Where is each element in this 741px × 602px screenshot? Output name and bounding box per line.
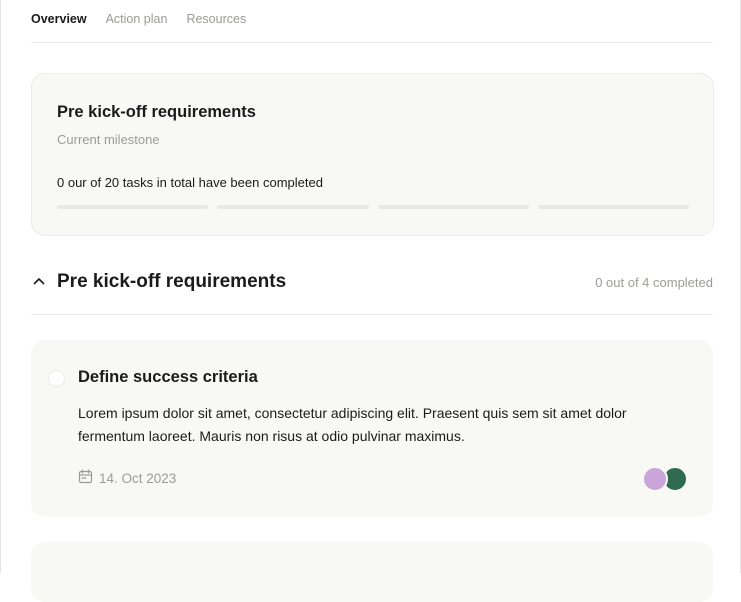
task-complete-checkbox[interactable] — [48, 370, 65, 387]
milestone-progress-summary: 0 our of 20 tasks in total have been com… — [57, 175, 323, 190]
task-due-date: 14. Oct 2023 — [78, 469, 176, 487]
task-title: Define success criteria — [78, 368, 258, 386]
tab-action-plan[interactable]: Action plan — [106, 12, 168, 26]
progress-segment — [57, 205, 209, 209]
task-card[interactable] — [31, 542, 713, 602]
avatar[interactable] — [642, 466, 668, 492]
task-card[interactable]: Define success criteria Lorem ipsum dolo… — [31, 340, 713, 517]
section-title: Pre kick-off requirements — [57, 271, 287, 292]
chevron-up-icon[interactable] — [31, 273, 47, 289]
progress-segment — [217, 205, 369, 209]
tab-bar: Overview Action plan Resources — [31, 0, 713, 43]
current-milestone-card: Pre kick-off requirements Current milest… — [31, 73, 714, 236]
task-due-date-text: 14. Oct 2023 — [99, 470, 177, 486]
calendar-icon — [78, 469, 93, 487]
main-panel: Overview Action plan Resources Pre kick-… — [0, 0, 741, 602]
milestone-subtitle: Current milestone — [57, 132, 160, 147]
tab-resources[interactable]: Resources — [186, 12, 246, 26]
section-completion-count: 0 out of 4 completed — [595, 275, 713, 290]
progress-segment — [537, 205, 689, 209]
task-assignees[interactable] — [642, 466, 688, 492]
tab-overview[interactable]: Overview — [31, 12, 87, 26]
milestone-section-header: Pre kick-off requirements 0 out of 4 com… — [31, 262, 713, 315]
milestone-title: Pre kick-off requirements — [57, 103, 256, 121]
task-description: Lorem ipsum dolor sit amet, consectetur … — [78, 405, 627, 444]
milestone-progress-bar — [57, 205, 689, 209]
progress-segment — [377, 205, 529, 209]
